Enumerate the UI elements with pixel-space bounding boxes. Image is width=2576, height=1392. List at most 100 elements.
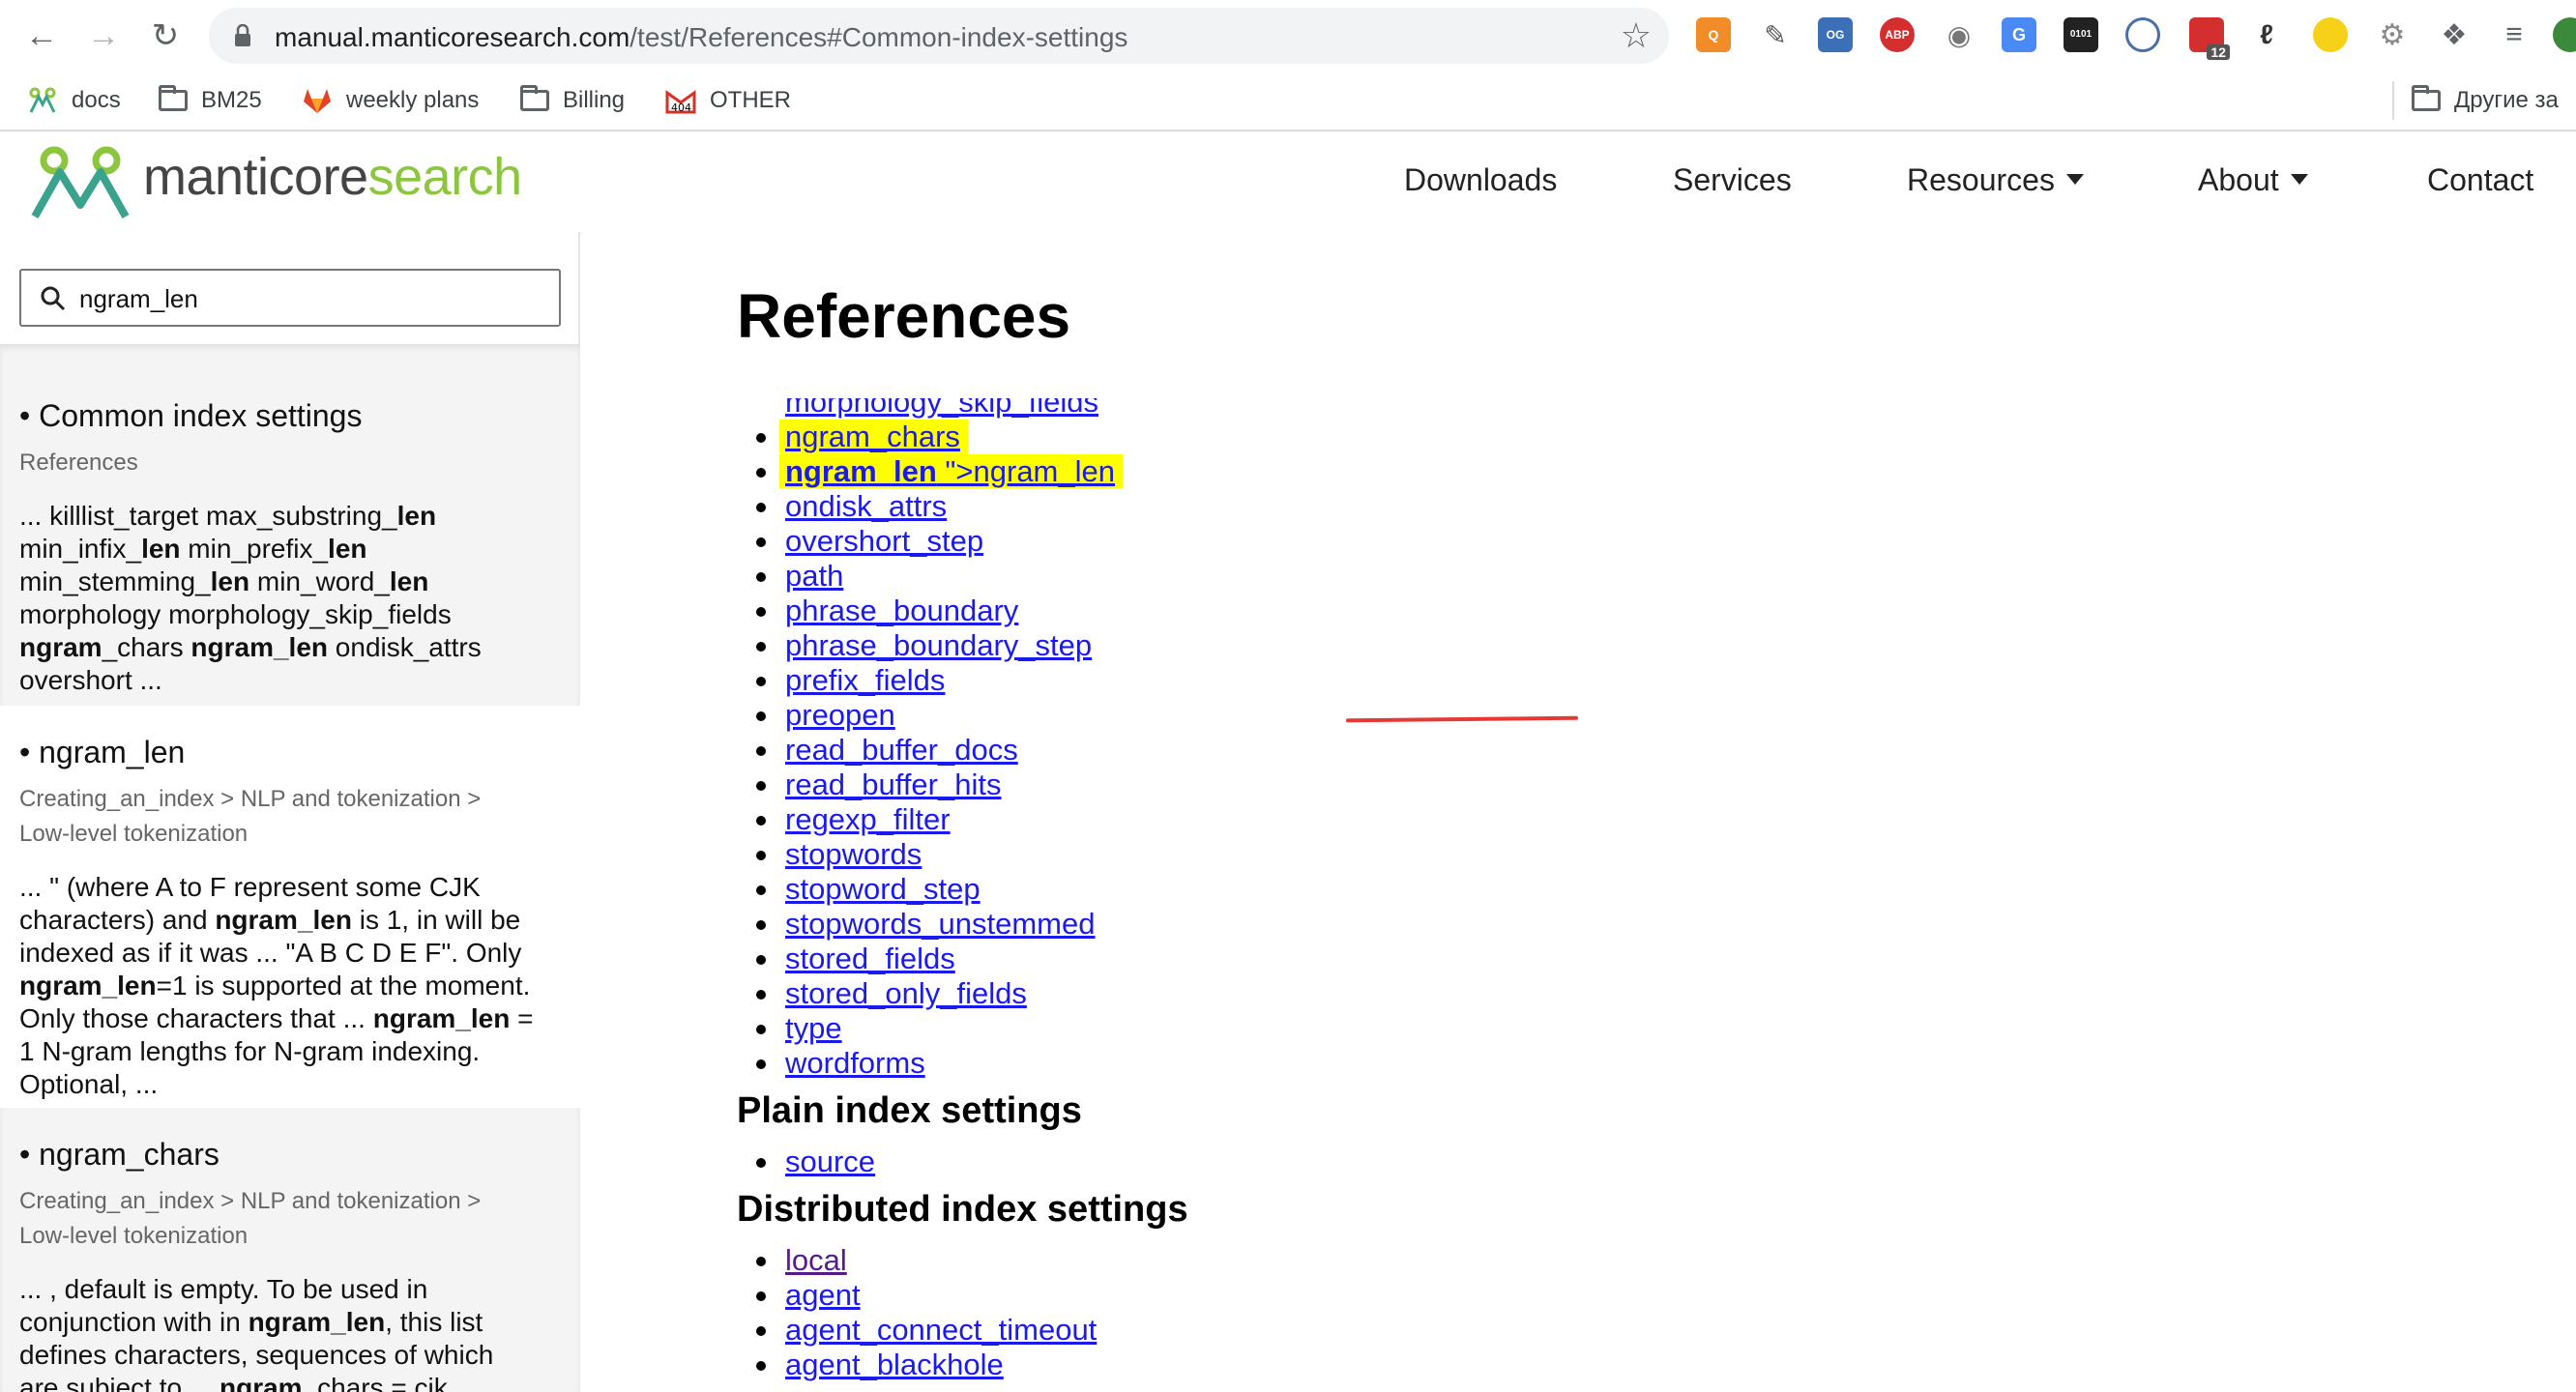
link-stopwords-unstemmed[interactable]: stopwords_unstemmed [785, 907, 1096, 941]
link-phrase-boundary-step[interactable]: phrase_boundary_step [785, 628, 1092, 662]
list-item[interactable]: ngram_len ">ngram_len [756, 454, 1123, 489]
svg-text:404: 404 [671, 102, 691, 114]
list-item[interactable]: phrase_boundary [756, 594, 1123, 628]
list-item[interactable]: stopwords_unstemmed [756, 907, 1123, 942]
link-agent-connect-timeout[interactable]: agent_connect_timeout [785, 1313, 1097, 1347]
search-input[interactable]: ngram_len [19, 269, 561, 327]
list-item[interactable]: path [756, 559, 1123, 594]
link-ondisk-attrs[interactable]: ondisk_attrs [785, 489, 947, 523]
link-stopword-step[interactable]: stopword_step [785, 872, 981, 906]
list-item[interactable]: preopen [756, 698, 1123, 733]
translate-extension-icon[interactable]: G [2002, 17, 2036, 52]
bookmark-docs[interactable]: docs [27, 81, 121, 120]
link-prefix-fields[interactable]: prefix_fields [785, 663, 945, 697]
reading-list-icon[interactable]: ≡ [2497, 17, 2532, 52]
result-snippet: ... " (where A to F represent some CJK ch… [19, 872, 534, 1099]
bookmark-weekly-plans[interactable]: weekly plans [302, 81, 479, 120]
search-result[interactable]: • ngram_chars Creating_an_index > NLP an… [0, 1108, 580, 1392]
chick-extension-icon[interactable] [2313, 17, 2348, 52]
camera-extension-icon[interactable]: ◉ [1942, 17, 1976, 52]
bookmark-other[interactable]: 404 OTHER [665, 81, 791, 120]
list-item[interactable]: source [755, 1145, 875, 1179]
link-regexp-filter[interactable]: regexp_filter [785, 802, 951, 836]
link-phrase-boundary[interactable]: phrase_boundary [785, 594, 1018, 627]
puzzle-icon[interactable]: ❖ [2437, 17, 2472, 52]
list-item[interactable]: prefix_fields [756, 663, 1123, 698]
binary-extension-icon[interactable]: 0101 [2064, 17, 2098, 52]
manticore-logo[interactable] [27, 143, 133, 220]
list-item[interactable]: phrase_boundary_step [756, 628, 1123, 663]
list-item[interactable]: overshort_step [756, 524, 1123, 559]
link-read-buffer-hits[interactable]: read_buffer_hits [785, 768, 1001, 801]
list-item[interactable]: stored_fields [756, 942, 1123, 976]
nav-downloads[interactable]: Downloads [1404, 162, 1557, 198]
address-bar[interactable]: manual.manticoresearch.com/test/Referenc… [209, 8, 1669, 64]
nav-resources[interactable]: Resources [1907, 162, 2084, 198]
bookmark-billing[interactable]: Billing [520, 81, 625, 120]
search-result[interactable]: • ngram_len Creating_an_index > NLP and … [0, 706, 580, 1108]
extension-q-icon[interactable]: Q [1696, 17, 1731, 52]
avatar[interactable] [2553, 17, 2576, 52]
list-item[interactable]: read_buffer_hits [756, 768, 1123, 802]
eyedropper-extension-icon[interactable]: ✎ [1758, 17, 1793, 52]
search-results[interactable]: • Common index settings References ... k… [0, 344, 580, 1392]
nav-about[interactable]: About [2198, 162, 2308, 198]
notification-extension-icon[interactable]: 12 [2189, 17, 2230, 60]
back-icon[interactable]: ← [19, 14, 64, 58]
bookmark-other-bookmarks[interactable]: Другие за [2412, 81, 2559, 120]
bookmarks-separator [2392, 81, 2394, 120]
list-item[interactable]: agent_connect_timeout [755, 1313, 1097, 1348]
result-title[interactable]: • ngram_len [19, 735, 561, 770]
common-settings-list: morphology_skip_fields ngram_chars ngram… [756, 385, 1123, 1081]
link-wordforms[interactable]: wordforms [785, 1046, 925, 1080]
link-ngram-len-highlighted[interactable]: ngram_len "> [785, 454, 974, 488]
list-item[interactable]: regexp_filter [756, 802, 1123, 837]
reload-icon[interactable]: ↻ [143, 14, 188, 58]
main-content: References morphology_skip_fields ngram_… [582, 232, 2576, 1392]
link-stopwords[interactable]: stopwords [785, 837, 922, 871]
link-agent[interactable]: agent [785, 1278, 861, 1312]
list-item[interactable]: ondisk_attrs [756, 489, 1123, 524]
list-item[interactable]: local [755, 1243, 1097, 1278]
list-item[interactable]: stopword_step [756, 872, 1123, 907]
circle-extension-icon[interactable] [2125, 17, 2160, 52]
list-item[interactable]: morphology_skip_fields [785, 398, 1123, 420]
list-item[interactable]: read_buffer_docs [756, 733, 1123, 768]
link-stored-fields[interactable]: stored_fields [785, 942, 955, 975]
link-agent-blackhole[interactable]: agent_blackhole [785, 1348, 1004, 1381]
list-item[interactable]: ngram_chars [756, 420, 1123, 454]
link-read-buffer-docs[interactable]: read_buffer_docs [785, 733, 1018, 767]
result-title[interactable]: • ngram_chars [19, 1137, 561, 1173]
list-item[interactable]: agent_blackhole [755, 1348, 1097, 1382]
link-local[interactable]: local [785, 1243, 847, 1277]
brand-name[interactable]: manticoresearch [143, 147, 522, 207]
bookmark-bm25[interactable]: BM25 [159, 81, 262, 120]
link-ngram-chars[interactable]: ngram_chars [785, 420, 960, 453]
search-result[interactable]: • Common index settings References ... k… [0, 344, 580, 706]
adblock-icon[interactable]: ABP [1880, 17, 1915, 52]
link-source[interactable]: source [785, 1145, 875, 1178]
link-ngram-len[interactable]: ngram_len [974, 454, 1115, 488]
nav-contact[interactable]: Contact [2427, 162, 2533, 198]
gear-extension-icon[interactable]: ⚙ [2375, 17, 2410, 52]
link-overshort-step[interactable]: overshort_step [785, 524, 983, 558]
bookmark-star-icon[interactable]: ☆ [1621, 15, 1652, 56]
bookmark-label: Другие за [2454, 87, 2559, 113]
list-item[interactable]: stopwords [756, 837, 1123, 872]
link-morphology-skip-fields[interactable]: morphology_skip_fields [785, 398, 1098, 419]
link-stored-only-fields[interactable]: stored_only_fields [785, 976, 1027, 1010]
sidebar: ngram_len • Common index settings Refere… [0, 232, 580, 1392]
result-title[interactable]: • Common index settings [19, 398, 561, 434]
link-preopen[interactable]: preopen [785, 698, 895, 732]
link-type[interactable]: type [785, 1011, 842, 1045]
caret-down-icon [2065, 174, 2084, 186]
forward-icon[interactable]: → [81, 14, 126, 58]
list-item[interactable]: wordforms [756, 1046, 1123, 1081]
list-item[interactable]: type [756, 1011, 1123, 1046]
speed-extension-icon[interactable]: ℓ [2249, 17, 2284, 52]
extension-og-icon[interactable]: OG [1818, 17, 1853, 52]
list-item[interactable]: stored_only_fields [756, 976, 1123, 1011]
list-item[interactable]: agent [755, 1278, 1097, 1313]
nav-services[interactable]: Services [1673, 162, 1792, 198]
link-path[interactable]: path [785, 559, 843, 593]
